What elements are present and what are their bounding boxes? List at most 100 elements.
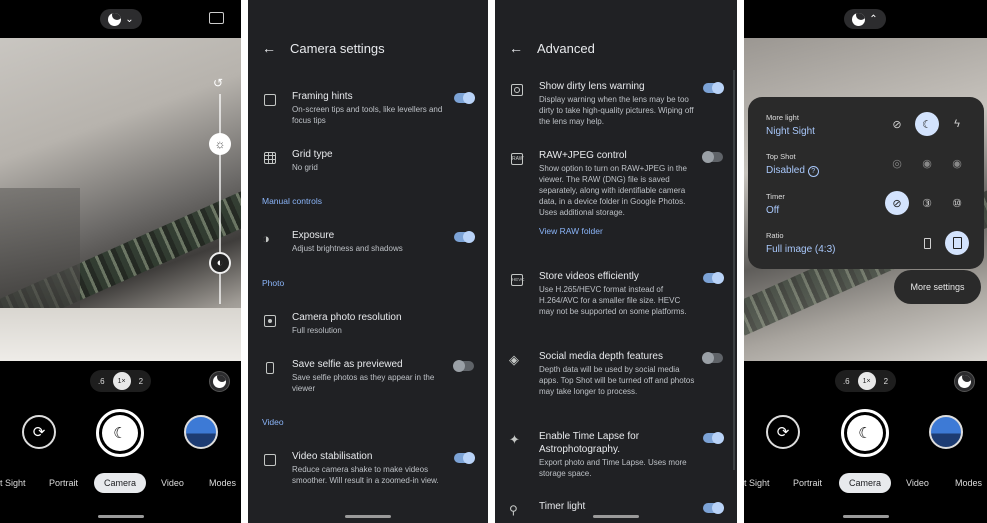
brightness-slider-icon[interactable]: ☼	[209, 133, 231, 155]
mode-portrait[interactable]: Portrait	[793, 478, 822, 488]
back-arrow-icon[interactable]: ←	[509, 40, 523, 56]
dirty-lens-toggle[interactable]	[703, 82, 724, 94]
ratio-full-icon[interactable]	[945, 231, 969, 255]
video-stabilisation-toggle[interactable]	[454, 452, 475, 464]
home-indicator	[97, 515, 144, 518]
top-shot-off-icon[interactable]: ◎	[885, 151, 909, 175]
mode-night-sight[interactable]: t Sight	[0, 478, 26, 488]
setting-store-videos-efficiently[interactable]: HEVC Store videos efficiently Use H.265/H…	[509, 270, 724, 317]
mode-selector[interactable]: t Sight Portrait Camera Video Modes	[0, 473, 241, 494]
mode-camera[interactable]: Camera	[839, 473, 892, 493]
night-sight-dropdown[interactable]: ⌃	[844, 9, 886, 29]
mode-modes[interactable]: Modes	[209, 478, 236, 488]
sparkle-icon: ✦	[509, 432, 520, 447]
section-header: Video	[262, 417, 284, 427]
setting-social-media-depth[interactable]: ◈ Social media depth features Depth data …	[509, 350, 723, 397]
mode-video[interactable]: Video	[906, 478, 929, 488]
timer-light-toggle[interactable]	[703, 502, 724, 514]
page-title: Advanced	[537, 40, 595, 56]
lens-warning-icon	[509, 82, 525, 98]
scrollbar[interactable]	[733, 70, 735, 470]
night-sight-icon	[213, 375, 226, 388]
camera-quick-settings-screen: ⌃ More light Night Sight ⊘ ☾ ϟ Top Shot …	[744, 0, 987, 523]
gallery-thumbnail[interactable]	[929, 415, 963, 449]
mode-selector[interactable]: t Sight Portrait Camera Video Modes	[744, 473, 987, 494]
back-arrow-icon[interactable]: ←	[262, 40, 276, 56]
mode-modes[interactable]: Modes	[955, 478, 982, 488]
setting-time-lapse[interactable]: ✦ Enable Time Lapse for Astrophotography…	[509, 430, 724, 479]
raw-jpeg-toggle[interactable]	[702, 151, 723, 163]
switch-camera-button[interactable]: ⟳	[22, 415, 56, 449]
reset-icon[interactable]: ↺	[213, 76, 223, 90]
grid-icon	[262, 150, 278, 166]
top-shot-auto-icon[interactable]: ◉	[915, 151, 939, 175]
setting-exposure[interactable]: ◑ Exposure Adjust brightness and shadows	[262, 229, 475, 254]
view-raw-folder-link[interactable]: View RAW folder	[539, 226, 697, 236]
flash-icon[interactable]: ϟ	[945, 112, 969, 136]
ratio-crop-icon[interactable]	[915, 231, 939, 255]
mode-portrait[interactable]: Portrait	[49, 478, 78, 488]
shutter-button[interactable]: ☾	[841, 409, 889, 457]
mode-camera[interactable]: Camera	[94, 473, 147, 493]
zoom-option[interactable]: 2	[139, 377, 143, 386]
setting-raw-jpeg[interactable]: RAW RAW+JPEG control Show option to turn …	[509, 149, 723, 236]
lightbulb-icon: ⚲	[509, 503, 518, 517]
zoom-selector[interactable]: .6 1× 2	[834, 370, 897, 392]
chevron-up-icon: ⌃	[869, 13, 878, 25]
page-title: Camera settings	[290, 40, 385, 56]
help-icon[interactable]: ?	[807, 166, 819, 177]
store-videos-toggle[interactable]	[703, 272, 724, 284]
stabilisation-icon	[262, 452, 278, 468]
timer-10s-icon[interactable]: ⑩	[945, 191, 969, 215]
more-settings-button[interactable]: More settings	[894, 270, 981, 304]
switch-camera-button[interactable]: ⟳	[766, 415, 800, 449]
framing-hints-toggle[interactable]	[454, 92, 475, 104]
night-sight-toggle[interactable]	[209, 371, 230, 392]
night-sight-toggle[interactable]	[954, 371, 975, 392]
zoom-option[interactable]: 2	[884, 377, 888, 386]
mode-video[interactable]: Video	[161, 478, 184, 488]
night-sight-icon	[108, 12, 122, 26]
social-media-depth-toggle[interactable]	[702, 352, 723, 364]
timer-3s-icon[interactable]: ③	[915, 191, 939, 215]
exposure-toggle[interactable]	[454, 231, 475, 243]
setting-grid-type[interactable]: Grid type No grid	[262, 148, 474, 173]
hevc-icon: HEVC	[509, 272, 525, 288]
setting-save-selfie[interactable]: Save selfie as previewed Save selfie phot…	[262, 358, 474, 394]
raw-icon: RAW	[509, 151, 525, 167]
framing-icon	[262, 92, 278, 108]
night-sight-icon	[958, 375, 971, 388]
night-sight-option-icon[interactable]: ☾	[915, 112, 939, 136]
timer-off-icon[interactable]: ⊘	[885, 191, 909, 215]
shutter-button[interactable]: ☾	[96, 409, 144, 457]
layers-icon: ◈	[509, 352, 519, 367]
home-indicator	[593, 515, 639, 518]
zoom-option[interactable]: .6	[843, 377, 850, 386]
ratio-row: Ratio Full image (4:3)	[766, 231, 836, 255]
setting-video-stabilisation[interactable]: Video stabilisation Reduce camera shake t…	[262, 450, 475, 486]
gallery-icon[interactable]	[209, 12, 224, 24]
setting-framing-hints[interactable]: Framing hints On-screen tips and tools, l…	[262, 90, 475, 126]
zoom-option-selected[interactable]: 1×	[857, 372, 876, 390]
setting-photo-resolution[interactable]: Camera photo resolution Full resolution	[262, 311, 474, 336]
gallery-thumbnail[interactable]	[184, 415, 218, 449]
zoom-option[interactable]: .6	[98, 377, 105, 386]
off-icon[interactable]: ⊘	[885, 112, 909, 136]
camera-settings-screen: ← Camera settings Framing hints On-screen…	[248, 0, 488, 523]
mode-night-sight[interactable]: t Sight	[744, 478, 770, 488]
night-sight-icon	[852, 12, 866, 26]
zoom-option-selected[interactable]: 1×	[112, 372, 131, 390]
zoom-selector[interactable]: .6 1× 2	[89, 370, 152, 392]
moon-icon: ☾	[113, 425, 127, 442]
save-selfie-toggle[interactable]	[453, 360, 474, 372]
exposure-icon: ◑	[262, 231, 270, 246]
top-shot-on-icon[interactable]: ◉	[945, 151, 969, 175]
night-sight-dropdown[interactable]: ⌄	[100, 9, 142, 29]
home-indicator	[842, 515, 889, 518]
setting-dirty-lens[interactable]: Show dirty lens warning Display warning w…	[509, 80, 724, 127]
time-lapse-toggle[interactable]	[703, 432, 724, 444]
viewfinder-image[interactable]: ↺ ☼ ◐	[0, 38, 241, 361]
timer-row: Timer Off	[766, 192, 785, 216]
contrast-slider-icon[interactable]: ◐	[209, 252, 231, 274]
more-light-row: More light Night Sight	[766, 113, 815, 137]
